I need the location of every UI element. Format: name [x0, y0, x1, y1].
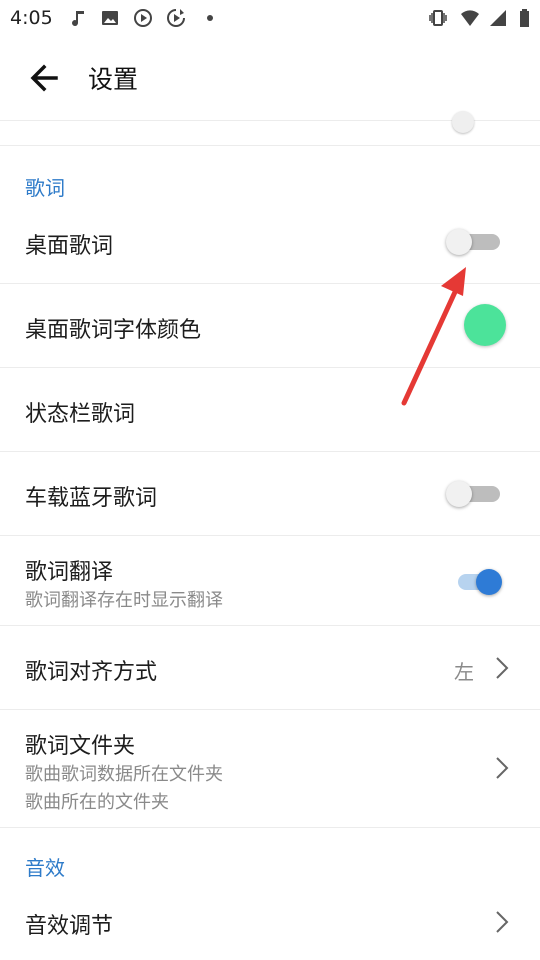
- setting-status-bar-lyrics[interactable]: 状态栏歌词: [0, 368, 540, 452]
- app-bar: 设置: [0, 36, 540, 120]
- setting-description: 歌曲歌词数据所在文件夹: [25, 764, 223, 785]
- section-header-lyrics: 歌词: [25, 176, 65, 200]
- play-circle-icon: [134, 9, 152, 27]
- status-time: 4:05: [10, 7, 53, 29]
- desktop-lyrics-toggle[interactable]: [446, 229, 500, 255]
- setting-label: 音效调节: [25, 914, 114, 939]
- sync-play-icon: [167, 9, 185, 27]
- setting-lyrics-alignment[interactable]: 歌词对齐方式 左: [0, 626, 540, 710]
- translation-toggle[interactable]: [458, 569, 502, 595]
- setting-description: 歌曲所在的文件夹: [25, 792, 169, 813]
- setting-desktop-font-color[interactable]: 桌面歌词字体颜色: [0, 284, 540, 368]
- setting-label: 车载蓝牙歌词: [25, 486, 158, 511]
- chevron-right-icon: [496, 757, 509, 779]
- page-title: 设置: [88, 65, 139, 94]
- toggle-knob: [476, 569, 502, 595]
- toggle-knob: [446, 229, 472, 255]
- setting-label: 桌面歌词字体颜色: [25, 318, 202, 343]
- setting-label: 桌面歌词: [25, 234, 114, 259]
- previous-toggle-knob: [452, 111, 474, 133]
- setting-label: 歌词翻译: [25, 560, 114, 585]
- setting-lyrics-translation[interactable]: 歌词翻译 歌词翻译存在时显示翻译: [0, 536, 540, 626]
- setting-label: 歌词对齐方式: [25, 660, 158, 685]
- car-bluetooth-toggle[interactable]: [446, 481, 500, 507]
- section-header-effects: 音效: [25, 856, 65, 880]
- vibrate-icon: [429, 10, 447, 26]
- setting-label: 状态栏歌词: [25, 402, 136, 427]
- image-icon: [102, 11, 118, 25]
- chevron-right-icon: [496, 911, 509, 933]
- setting-lyrics-folder[interactable]: 歌词文件夹 歌曲歌词数据所在文件夹 歌曲所在的文件夹: [0, 710, 540, 828]
- chevron-right-icon: [496, 657, 509, 679]
- setting-car-bluetooth-lyrics[interactable]: 车载蓝牙歌词: [0, 452, 540, 536]
- setting-eq[interactable]: 音效调节: [0, 880, 540, 960]
- toggle-knob: [446, 481, 472, 507]
- setting-label: 歌词文件夹: [25, 734, 136, 759]
- color-swatch[interactable]: [464, 304, 506, 346]
- dot-icon: [207, 15, 213, 21]
- arrow-left-icon[interactable]: [24, 58, 64, 98]
- music-note-icon: [72, 11, 84, 27]
- status-bar: 4:05: [0, 0, 540, 36]
- wifi-icon: [461, 10, 479, 26]
- setting-description: 歌词翻译存在时显示翻译: [25, 590, 223, 611]
- alignment-value: 左: [454, 660, 474, 684]
- battery-icon: [520, 9, 529, 27]
- cellular-signal-icon: [490, 10, 506, 26]
- setting-desktop-lyrics[interactable]: 桌面歌词: [0, 200, 540, 284]
- previous-row-partial: [0, 111, 540, 146]
